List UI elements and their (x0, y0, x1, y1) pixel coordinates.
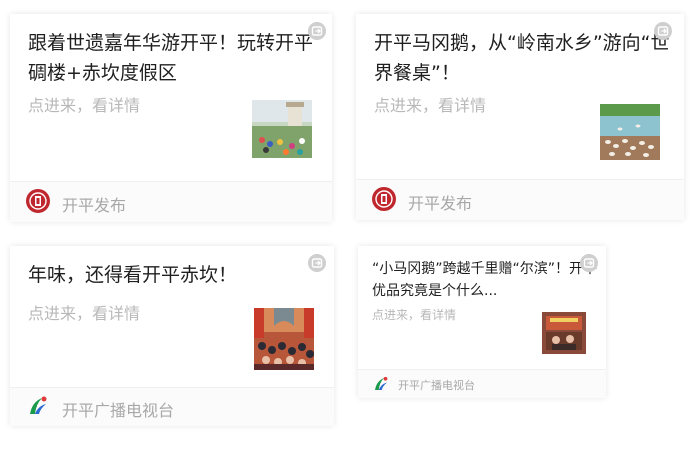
kaiping-fabu-logo-icon (372, 187, 396, 211)
link-badge-icon[interactable] (308, 22, 326, 40)
article-card[interactable]: 开平马冈鹅，从“岭南水乡”游向“世界餐桌”！ 点进来，看详情 开平发布 (356, 14, 684, 220)
link-badge-icon[interactable] (654, 22, 672, 40)
article-card[interactable]: 年味，还得看开平赤坎！ 点进来，看详情 开平广播电视台 (10, 246, 334, 426)
article-card[interactable]: 跟着世遗嘉年华游开平！玩转开平碉楼+赤坎度假区 点进来，看详情 开平发布 (10, 14, 332, 222)
article-source-name: 开平广播电视台 (62, 401, 175, 420)
article-thumbnail (252, 100, 312, 158)
article-source-bar: 开平发布 (10, 181, 332, 222)
article-thumbnail (600, 104, 660, 160)
article-subtitle: 点进来，看详情 (28, 96, 141, 115)
article-title: 年味，还得看开平赤坎！ (28, 264, 238, 286)
article-subtitle: 点进来，看详情 (372, 308, 457, 322)
article-source-name: 开平发布 (408, 194, 473, 213)
article-source-bar: 开平广播电视台 (358, 369, 606, 398)
article-source-name: 开平广播电视台 (398, 379, 475, 392)
article-source-name: 开平发布 (62, 196, 127, 215)
article-title: 开平马冈鹅，从“岭南水乡”游向“世界餐桌”！ (374, 32, 670, 84)
article-source-bar: 开平广播电视台 (10, 387, 334, 426)
article-source-bar: 开平发布 (356, 179, 684, 220)
article-thumbnail (542, 312, 586, 354)
link-badge-icon[interactable] (308, 254, 326, 272)
article-subtitle: 点进来，看详情 (28, 304, 141, 323)
kaiping-fabu-logo-icon (26, 189, 50, 213)
kaiping-tv-logo-icon (372, 375, 390, 393)
article-thumbnail (254, 308, 314, 370)
article-title: “小马冈鹅”跨越千里赠“尔滨”！开平优品究竟是个什么... (372, 261, 598, 299)
article-title: 跟着世遗嘉年华游开平！玩转开平碉楼+赤坎度假区 (28, 32, 314, 84)
article-card[interactable]: “小马冈鹅”跨越千里赠“尔滨”！开平优品究竟是个什么... 点进来，看详情 开平… (358, 246, 606, 398)
link-badge-icon[interactable] (580, 254, 598, 272)
article-subtitle: 点进来，看详情 (374, 96, 487, 115)
kaiping-tv-logo-icon (26, 394, 50, 418)
